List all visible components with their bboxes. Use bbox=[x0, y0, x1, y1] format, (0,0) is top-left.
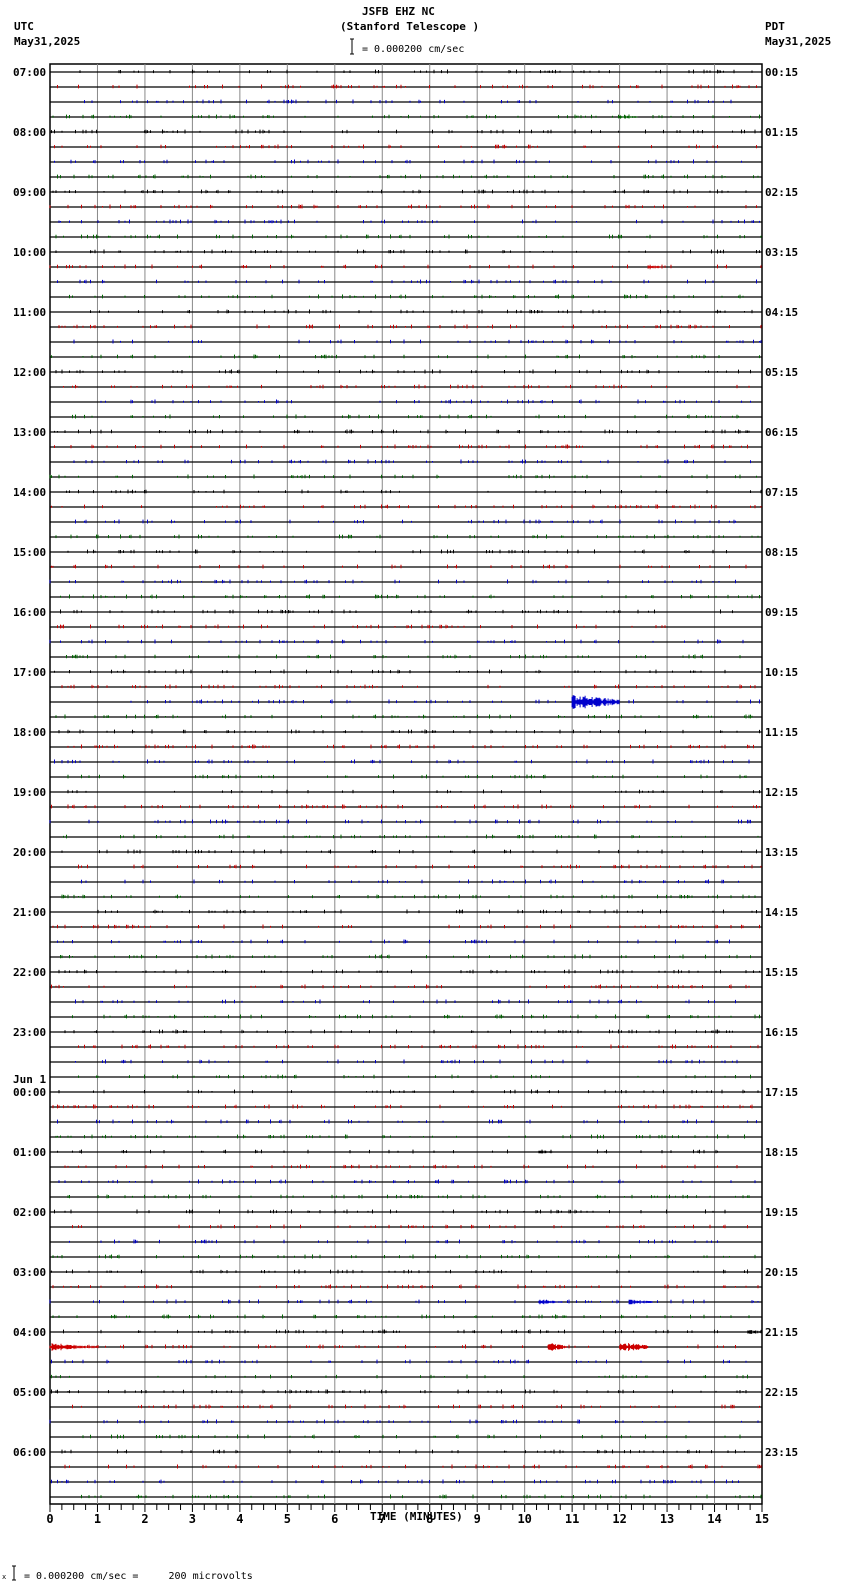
pdt-hour-label: 13:15 bbox=[765, 846, 798, 859]
x-tick-label: 1 bbox=[94, 1512, 101, 1526]
utc-hour-label: 13:00 bbox=[13, 426, 46, 439]
pdt-hour-label: 00:15 bbox=[765, 66, 798, 79]
utc-hour-label: 11:00 bbox=[13, 306, 46, 319]
pdt-hour-label: 07:15 bbox=[765, 486, 798, 499]
pdt-hour-label: 08:15 bbox=[765, 546, 798, 559]
pdt-labels: 00:15 01:15 02:15 03:15 04:15 05:15 06:15 07:15… bbox=[765, 66, 798, 1459]
utc-hour-label: 03:00 bbox=[13, 1266, 46, 1279]
left-timezone: UTC bbox=[14, 20, 34, 33]
x-tick-label: 6 bbox=[331, 1512, 338, 1526]
utc-hour-label: 05:00 bbox=[13, 1386, 46, 1399]
utc-labels: 07:00 08:00 09:00 10:00 11:00 12:00 13:00 14:00… bbox=[13, 66, 46, 1459]
x-tick-label: 9 bbox=[474, 1512, 481, 1526]
left-date: May31,2025 bbox=[14, 35, 80, 48]
pdt-hour-label: 03:15 bbox=[765, 246, 798, 259]
utc-hour-label: 15:00 bbox=[13, 546, 46, 559]
x-tick-label: 2 bbox=[141, 1512, 148, 1526]
x-tick-label: 10 bbox=[517, 1512, 531, 1526]
x-tick-label: 0 bbox=[46, 1512, 53, 1526]
x-tick-label: 3 bbox=[189, 1512, 196, 1526]
utc-hour-label: 07:00 bbox=[13, 66, 46, 79]
x-axis-label: TIME (MINUTES) bbox=[370, 1510, 463, 1523]
utc-hour-label: 12:00 bbox=[13, 366, 46, 379]
footer-scale-icon: x bbox=[2, 1565, 16, 1581]
utc-hour-label: 18:00 bbox=[13, 726, 46, 739]
utc-hour-label: 20:00 bbox=[13, 846, 46, 859]
x-tick-label: 12 bbox=[612, 1512, 626, 1526]
pdt-hour-label: 02:15 bbox=[765, 186, 798, 199]
utc-hour-label: 01:00 bbox=[13, 1146, 46, 1159]
pdt-hour-label: 22:15 bbox=[765, 1386, 798, 1399]
pdt-hour-label: 21:15 bbox=[765, 1326, 798, 1339]
x-tick-label: 13 bbox=[660, 1512, 674, 1526]
pdt-hour-label: 23:15 bbox=[765, 1446, 798, 1459]
pdt-hour-label: 12:15 bbox=[765, 786, 798, 799]
utc-hour-label: 16:00 bbox=[13, 606, 46, 619]
utc-hour-label: 23:00 bbox=[13, 1026, 46, 1039]
utc-hour-label: 14:00 bbox=[13, 486, 46, 499]
x-tick-label: 11 bbox=[565, 1512, 579, 1526]
pdt-hour-label: 01:15 bbox=[765, 126, 798, 139]
scale-bar-icon bbox=[350, 38, 354, 55]
traces bbox=[49, 69, 763, 1499]
scale-text: = 0.000200 cm/sec bbox=[362, 44, 464, 55]
pdt-hour-label: 19:15 bbox=[765, 1206, 798, 1219]
utc-hour-label: 04:00 bbox=[13, 1326, 46, 1339]
utc-hour-label: 19:00 bbox=[13, 786, 46, 799]
helicorder-plot: JSFB EHZ NC (Stanford Telescope ) UTC Ma… bbox=[2, 5, 831, 1582]
x-tick-label: 4 bbox=[236, 1512, 243, 1526]
x-tick-label: 14 bbox=[707, 1512, 721, 1526]
pdt-hour-label: 06:15 bbox=[765, 426, 798, 439]
station-title: JSFB EHZ NC bbox=[362, 5, 435, 18]
pdt-hour-label: 04:15 bbox=[765, 306, 798, 319]
utc-hour-label: 10:00 bbox=[13, 246, 46, 259]
footer-scale-text: = 0.000200 cm/sec = 200 microvolts bbox=[24, 1571, 253, 1582]
right-date: May31,2025 bbox=[765, 35, 831, 48]
pdt-hour-label: 10:15 bbox=[765, 666, 798, 679]
site-subtitle: (Stanford Telescope ) bbox=[340, 20, 479, 33]
pdt-hour-label: 09:15 bbox=[765, 606, 798, 619]
x-tick-label: 15 bbox=[755, 1512, 769, 1526]
utc-hour-label: 21:00 bbox=[13, 906, 46, 919]
pdt-hour-label: 05:15 bbox=[765, 366, 798, 379]
pdt-hour-label: 14:15 bbox=[765, 906, 798, 919]
right-timezone: PDT bbox=[765, 20, 785, 33]
utc-hour-label: 17:00 bbox=[13, 666, 46, 679]
pdt-hour-label: 20:15 bbox=[765, 1266, 798, 1279]
utc-hour-label: 00:00 bbox=[13, 1086, 46, 1099]
date-change-label: Jun 1 bbox=[13, 1073, 46, 1086]
pdt-hour-label: 17:15 bbox=[765, 1086, 798, 1099]
pdt-hour-label: 11:15 bbox=[765, 726, 798, 739]
utc-hour-label: 09:00 bbox=[13, 186, 46, 199]
utc-hour-label: 06:00 bbox=[13, 1446, 46, 1459]
utc-hour-label: 02:00 bbox=[13, 1206, 46, 1219]
pdt-hour-label: 18:15 bbox=[765, 1146, 798, 1159]
svg-text:x: x bbox=[2, 1573, 6, 1581]
x-tick-label: 5 bbox=[284, 1512, 291, 1526]
utc-hour-label: 08:00 bbox=[13, 126, 46, 139]
pdt-hour-label: 16:15 bbox=[765, 1026, 798, 1039]
utc-hour-label: 22:00 bbox=[13, 966, 46, 979]
pdt-hour-label: 15:15 bbox=[765, 966, 798, 979]
